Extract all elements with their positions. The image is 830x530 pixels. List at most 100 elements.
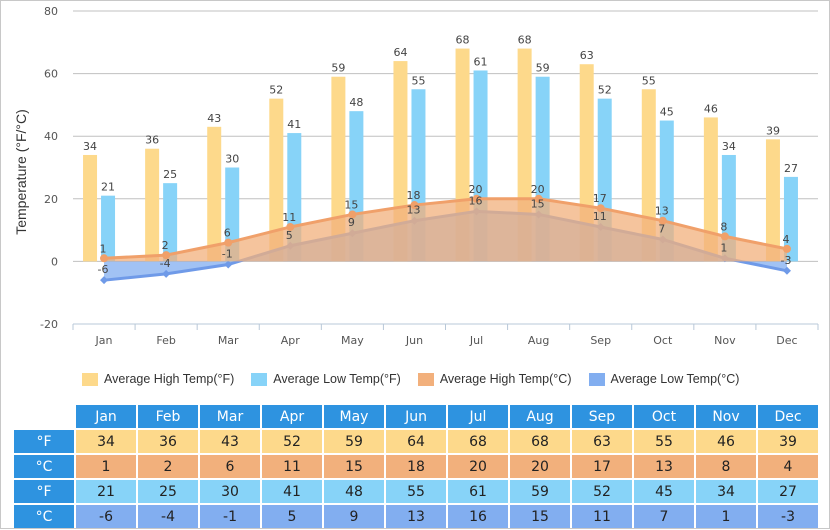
- line-value-label: 1: [100, 242, 107, 255]
- table-month-header: Aug: [510, 405, 570, 428]
- bar-value-label: 59: [536, 62, 550, 75]
- line-value-label: -3: [780, 254, 791, 267]
- x-tick-label: Jun: [405, 334, 423, 347]
- y-axis-label: Temperature (°F/°C): [13, 109, 29, 235]
- line-value-label: 13: [655, 205, 669, 218]
- line-marker: [782, 244, 791, 253]
- line-value-label: 11: [593, 210, 607, 223]
- table-value-cell: 20: [510, 455, 570, 478]
- table-value-cell: 11: [572, 505, 632, 528]
- legend-item-low-c[interactable]: Average Low Temp(°C): [588, 372, 740, 386]
- bar-value-label: 52: [269, 84, 283, 97]
- bar-value-label: 48: [349, 96, 363, 109]
- line-value-label: 13: [406, 204, 420, 217]
- y-axis-ticks: -20 0 20 40 60 80: [40, 5, 58, 331]
- table-value-cell: 61: [448, 480, 508, 503]
- x-tick-label: Oct: [653, 334, 673, 347]
- table-value-cell: 39: [758, 430, 818, 453]
- table-month-header: Jun: [386, 405, 446, 428]
- table-value-cell: 21: [76, 480, 136, 503]
- table-month-header: Oct: [634, 405, 694, 428]
- table-value-cell: 11: [262, 455, 322, 478]
- table-unit-cell: °C: [14, 505, 74, 528]
- bar-value-label: 68: [518, 34, 532, 47]
- line-marker: [224, 238, 233, 247]
- table-month-header: Dec: [758, 405, 818, 428]
- bar-value-label: 21: [101, 181, 115, 194]
- bar-value-label: 39: [766, 124, 780, 137]
- bar: [207, 126, 222, 262]
- x-tick-label: Dec: [776, 334, 797, 347]
- bar-value-label: 34: [83, 140, 97, 153]
- bar-value-label: 36: [145, 134, 159, 147]
- line-marker: [720, 232, 729, 241]
- bar: [145, 148, 160, 262]
- y-tick-label: 60: [44, 68, 58, 81]
- table-value-cell: 34: [696, 480, 756, 503]
- line-value-label: 9: [348, 216, 355, 229]
- table-value-cell: 36: [138, 430, 198, 453]
- x-tick-label: Mar: [218, 334, 239, 347]
- table-value-cell: 6: [200, 455, 260, 478]
- table-value-cell: 45: [634, 480, 694, 503]
- y-tick-label: 80: [44, 5, 58, 18]
- x-tick-label: Feb: [156, 334, 175, 347]
- bar-value-label: 59: [331, 62, 345, 75]
- x-tick-label: Jan: [95, 334, 113, 347]
- table-value-cell: 55: [386, 480, 446, 503]
- table-header-row: Jan Feb Mar Apr May Jun Jul Aug Sep Oct Nov Dec: [14, 405, 818, 428]
- table-value-cell: 34: [76, 430, 136, 453]
- legend-label: Average Low Temp(°C): [610, 372, 740, 386]
- bar-value-label: 41: [287, 118, 301, 131]
- table-value-cell: 64: [386, 430, 446, 453]
- legend-item-low-f[interactable]: Average Low Temp(°F): [251, 372, 401, 386]
- bar-value-label: 30: [225, 153, 239, 166]
- bar-value-label: 68: [456, 34, 470, 47]
- line-value-label: 18: [406, 189, 420, 202]
- bar-value-label: 63: [580, 49, 594, 62]
- bar-value-label: 45: [660, 106, 674, 119]
- legend-swatch: [588, 372, 605, 386]
- bar-value-label: 27: [784, 162, 798, 175]
- table-value-cell: 59: [510, 480, 570, 503]
- table-month-header: Jul: [448, 405, 508, 428]
- line-value-label: 4: [782, 233, 789, 246]
- table-value-cell: -1: [200, 505, 260, 528]
- legend-swatch: [82, 372, 98, 386]
- legend-item-high-f[interactable]: Average High Temp(°F): [82, 372, 234, 386]
- table-value-cell: 30: [200, 480, 260, 503]
- line-value-label: 2: [162, 239, 169, 252]
- table-month-header: May: [324, 405, 384, 428]
- table-value-cell: 9: [324, 505, 384, 528]
- table-value-cell: 27: [758, 480, 818, 503]
- table-value-cell: 68: [510, 430, 570, 453]
- x-tick-label: Sep: [590, 334, 611, 347]
- bar-value-label: 34: [722, 140, 736, 153]
- x-tick-label: Jul: [469, 334, 483, 347]
- table-value-cell: 4: [758, 455, 818, 478]
- legend-swatch: [417, 372, 434, 386]
- line-value-label: -4: [160, 257, 171, 270]
- bar: [83, 154, 98, 262]
- table-value-cell: 63: [572, 430, 632, 453]
- table-value-cell: 13: [634, 455, 694, 478]
- table-value-cell: -4: [138, 505, 198, 528]
- table-corner: [14, 405, 74, 428]
- x-tick-label: Apr: [281, 334, 301, 347]
- line-value-label: 16: [469, 194, 483, 207]
- table-value-cell: 16: [448, 505, 508, 528]
- table-row: °C 1 2 6 11 15 18 20 20 17 13 8 4: [14, 455, 818, 478]
- line-value-label: 8: [720, 220, 727, 233]
- table-month-header: Mar: [200, 405, 260, 428]
- table-row: °F 34 36 43 52 59 64 68 68 63 55 46 39: [14, 430, 818, 453]
- y-tick-label: 0: [51, 255, 58, 268]
- bar-value-label: 46: [704, 102, 718, 115]
- table-value-cell: 52: [572, 480, 632, 503]
- temperature-table: Jan Feb Mar Apr May Jun Jul Aug Sep Oct Nov Dec °F 3…: [12, 403, 820, 530]
- y-tick-label: 40: [44, 130, 58, 143]
- line-value-label: 11: [282, 211, 296, 224]
- table-value-cell: 8: [696, 455, 756, 478]
- bar-value-label: 43: [207, 112, 221, 125]
- legend-item-high-c[interactable]: Average High Temp(°C): [417, 372, 572, 386]
- x-tick-label: Nov: [714, 334, 736, 347]
